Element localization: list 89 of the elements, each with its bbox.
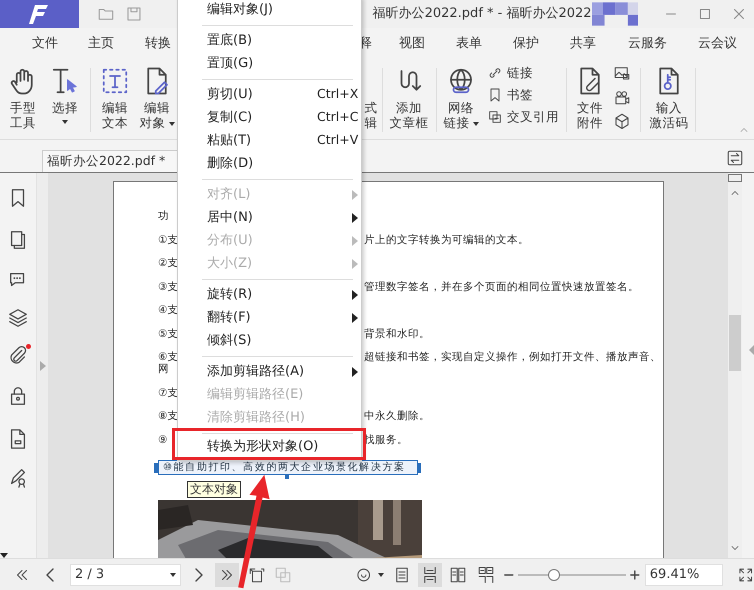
ribbon-tab[interactable]: 表单 — [456, 34, 482, 54]
document-text: 管理数字签名，并在多个页面的相同位置快速放置签名。 — [364, 280, 639, 292]
document-text: 超链接和书签，实现自定义操作，例如打开文件、播放声音、 — [364, 351, 661, 363]
submenu-arrow-icon — [352, 290, 358, 300]
ribbon-tab[interactable]: 主页 — [88, 34, 114, 54]
selection-handle[interactable] — [417, 462, 421, 472]
page-grid-icon — [477, 566, 496, 584]
continuous-page-button[interactable] — [418, 562, 442, 586]
ribbon-button[interactable]: 式 辑 — [363, 60, 379, 131]
select-button[interactable]: 选择 — [44, 60, 86, 125]
document-text: 中永久删除。 — [364, 410, 430, 422]
menu-item[interactable]: 置底(B) — [178, 29, 361, 52]
text-frame-icon — [100, 66, 130, 96]
page-number-field[interactable]: 2 / 3 — [70, 564, 181, 586]
menu-item[interactable]: 编辑对象(J) — [178, 0, 361, 21]
ribbon-tab[interactable]: 转换 — [145, 34, 171, 54]
document-text: ⑤支 — [158, 328, 178, 340]
ribbon-tab[interactable]: 云服务 — [628, 34, 667, 54]
cube-icon[interactable] — [613, 112, 631, 130]
ribbon-tab[interactable]: 共享 — [570, 34, 596, 54]
layers-icon[interactable] — [7, 307, 29, 329]
chevron-right-icon — [194, 568, 203, 582]
menu-item[interactable]: 居中(N) — [178, 206, 361, 229]
window-title: 福昕办公2022.pdf * - 福昕办公2022 — [372, 5, 592, 24]
ribbon-tab[interactable]: 视图 — [399, 34, 425, 54]
two-pages-icon — [449, 566, 468, 584]
document-text: ④支 — [158, 304, 178, 316]
menu-item[interactable]: 转换为形状对象(O) — [172, 428, 366, 460]
dropdown-caret-icon — [170, 572, 176, 576]
submenu-arrow-icon — [352, 313, 358, 323]
submenu-arrow-icon — [352, 259, 358, 269]
document-text: ⑨ — [158, 434, 168, 446]
document-text: 片上的文字转换为可编辑的文本。 — [364, 234, 529, 246]
document-text: ⑦支 — [158, 386, 178, 398]
submenu-arrow-icon — [352, 367, 358, 377]
web-link-button[interactable]: 网络 链接 — [440, 60, 482, 131]
add-article-box-button[interactable]: 添加 文章框 — [390, 60, 428, 131]
zoom-field[interactable]: 69.41% — [644, 564, 723, 586]
document-text: 功 — [158, 210, 169, 222]
document-text: ⑥支 — [158, 351, 178, 363]
menu-item[interactable]: 删除(D) — [178, 152, 361, 175]
avatar-icon[interactable] — [592, 1, 638, 27]
submenu-arrow-icon — [352, 236, 358, 246]
menu-item[interactable]: 翻转(F) — [178, 306, 361, 329]
document-text: ⑧支 — [158, 410, 178, 422]
ribbon-link-button[interactable]: 书签 — [487, 86, 563, 104]
notification-dot — [26, 344, 31, 349]
submenu-arrow-icon — [352, 213, 358, 223]
activation-code-button[interactable]: 输入 激活码 — [645, 60, 693, 131]
ribbon-tab[interactable]: 保护 — [513, 34, 539, 54]
document-text: 网 — [158, 363, 169, 375]
tooltip: 文本对象 — [187, 480, 241, 498]
panel-toggle-icon[interactable] — [726, 149, 744, 167]
menu-item[interactable]: 旋转(R) — [178, 283, 361, 306]
submenu-arrow-icon — [352, 190, 358, 200]
document-text: ①支 — [158, 234, 178, 246]
page-rotate-icon — [248, 566, 266, 584]
selection-handle[interactable] — [285, 474, 289, 478]
edit-text-button[interactable]: 编辑 文本 — [95, 60, 135, 131]
reading-mode-icon[interactable] — [354, 566, 372, 584]
menu-item[interactable]: 剪切(U) Ctrl+X — [178, 83, 361, 106]
menu-item[interactable]: 添加剪辑路径(A) — [178, 360, 361, 383]
document-text: ③支 — [158, 280, 178, 292]
menu-item[interactable]: 置顶(G) — [178, 52, 361, 75]
document-tab[interactable]: 福昕办公2022.pdf * — [42, 150, 178, 172]
fullscreen-icon[interactable] — [736, 566, 754, 584]
zoom-in-icon[interactable] — [628, 568, 642, 582]
hand-tool-button[interactable]: 手型 工具 — [2, 60, 44, 131]
document-text: ⑩能自助打印、高效的两大企业场景化解决方案 — [163, 460, 406, 474]
ribbon-tab[interactable]: 云会议 — [698, 34, 737, 54]
ribbon-tab[interactable]: 文件 — [32, 34, 58, 54]
menu-item[interactable]: 粘贴(T) Ctrl+V — [178, 129, 361, 152]
last-page-button[interactable] — [214, 562, 239, 586]
document-text: 背景和水印。 — [364, 328, 430, 340]
cross-reference-icon — [487, 108, 503, 125]
scrollbar-thumb[interactable] — [729, 315, 741, 371]
file-attachment-button[interactable]: 文件 附件 — [570, 60, 610, 131]
pages-swap-icon — [274, 566, 292, 584]
ribbon-link-button[interactable]: 链接 — [487, 64, 563, 83]
camera-icon[interactable] — [613, 88, 631, 106]
zoom-slider-thumb[interactable] — [548, 568, 560, 580]
menu-item[interactable]: 倾斜(S) — [178, 329, 361, 352]
chevron-left-icon — [46, 568, 54, 582]
selection-handle[interactable] — [154, 462, 158, 472]
menu-item[interactable]: 复制(C) Ctrl+C — [178, 106, 361, 129]
image-icon[interactable] — [613, 64, 631, 82]
ribbon-link-button[interactable]: 交叉引用 — [487, 108, 563, 126]
document-text: ②支 — [158, 257, 178, 269]
dropdown-caret-icon[interactable] — [378, 572, 384, 576]
